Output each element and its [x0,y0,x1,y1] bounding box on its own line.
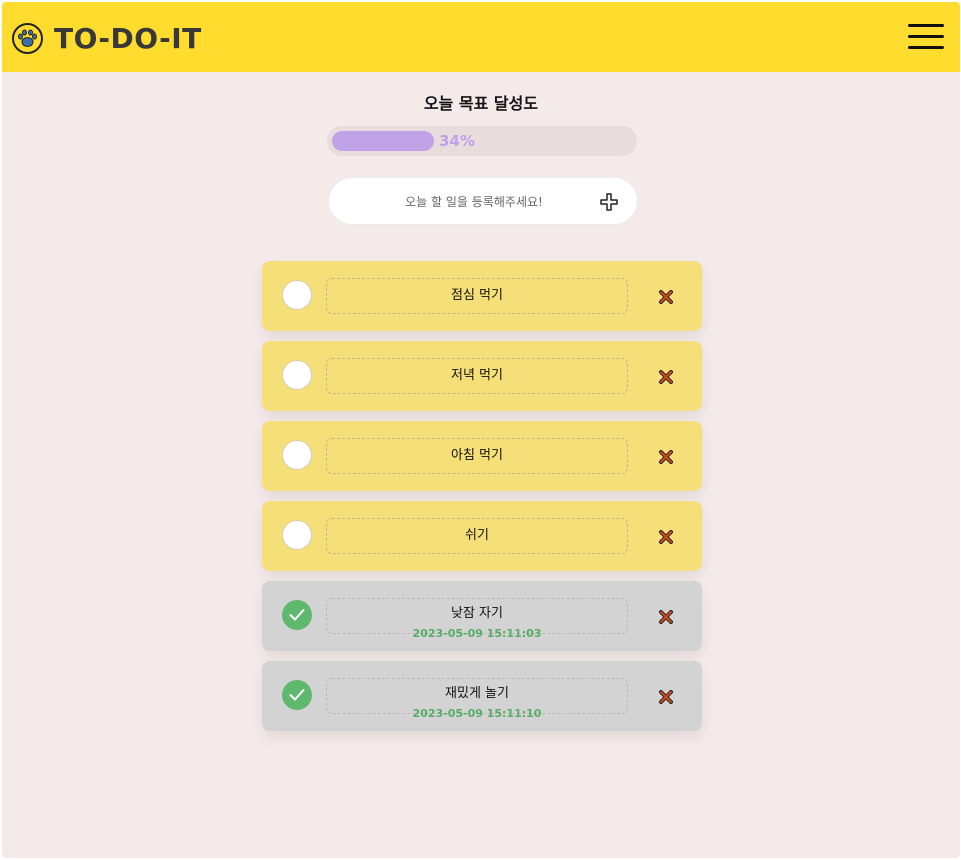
plus-icon[interactable] [600,193,618,211]
progress-bar: 34% [327,126,637,156]
progress-percent: 34% [439,132,475,150]
todo-item: 저녁 먹기 [262,341,702,411]
app-frame: TO-DO-IT 오늘 목표 달성도 34% 점심 먹기저녁 먹기아침 먹기쉬기… [2,2,960,858]
todo-text: 아침 먹기 [451,448,503,463]
todo-input[interactable] [349,188,599,216]
paw-icon[interactable] [12,23,43,54]
unchecked-circle-icon[interactable] [282,280,312,310]
unchecked-circle-icon[interactable] [282,520,312,550]
hamburger-menu-icon[interactable] [908,24,944,50]
unchecked-circle-icon[interactable] [282,360,312,390]
header: TO-DO-IT [2,2,960,72]
delete-x-icon[interactable] [659,449,673,464]
progress-title: 오늘 목표 달성도 [423,94,539,113]
progress-fill [332,131,434,151]
todo-list: 점심 먹기저녁 먹기아침 먹기쉬기낮잠 자기 2023-05-09 15:11:0… [262,261,702,741]
todo-item: 낮잠 자기 2023-05-09 15:11:03 [262,581,702,651]
todo-text-field[interactable]: 점심 먹기 [326,278,628,314]
brand-title[interactable]: TO-DO-IT [54,19,202,59]
todo-text-field[interactable]: 아침 먹기 [326,438,628,474]
delete-x-icon[interactable] [659,369,673,384]
checked-circle-icon[interactable] [282,600,312,630]
todo-item: 재밌게 놀기 2023-05-09 15:11:10 [262,661,702,731]
add-todo-form [328,177,638,225]
delete-x-icon[interactable] [659,689,673,704]
unchecked-circle-icon[interactable] [282,440,312,470]
delete-x-icon[interactable] [659,609,673,624]
completed-timestamp: 2023-05-09 15:11:03 [412,627,542,640]
todo-text-field[interactable]: 저녁 먹기 [326,358,628,394]
todo-text-field[interactable]: 쉬기 [326,518,628,554]
delete-x-icon[interactable] [659,529,673,544]
todo-item: 쉬기 [262,501,702,571]
todo-item: 아침 먹기 [262,421,702,491]
todo-text: 저녁 먹기 [451,368,503,383]
checked-circle-icon[interactable] [282,680,312,710]
todo-text: 쉬기 [465,528,489,543]
delete-x-icon[interactable] [659,289,673,304]
completed-timestamp: 2023-05-09 15:11:10 [412,707,542,720]
todo-item: 점심 먹기 [262,261,702,331]
todo-text: 점심 먹기 [451,288,503,303]
